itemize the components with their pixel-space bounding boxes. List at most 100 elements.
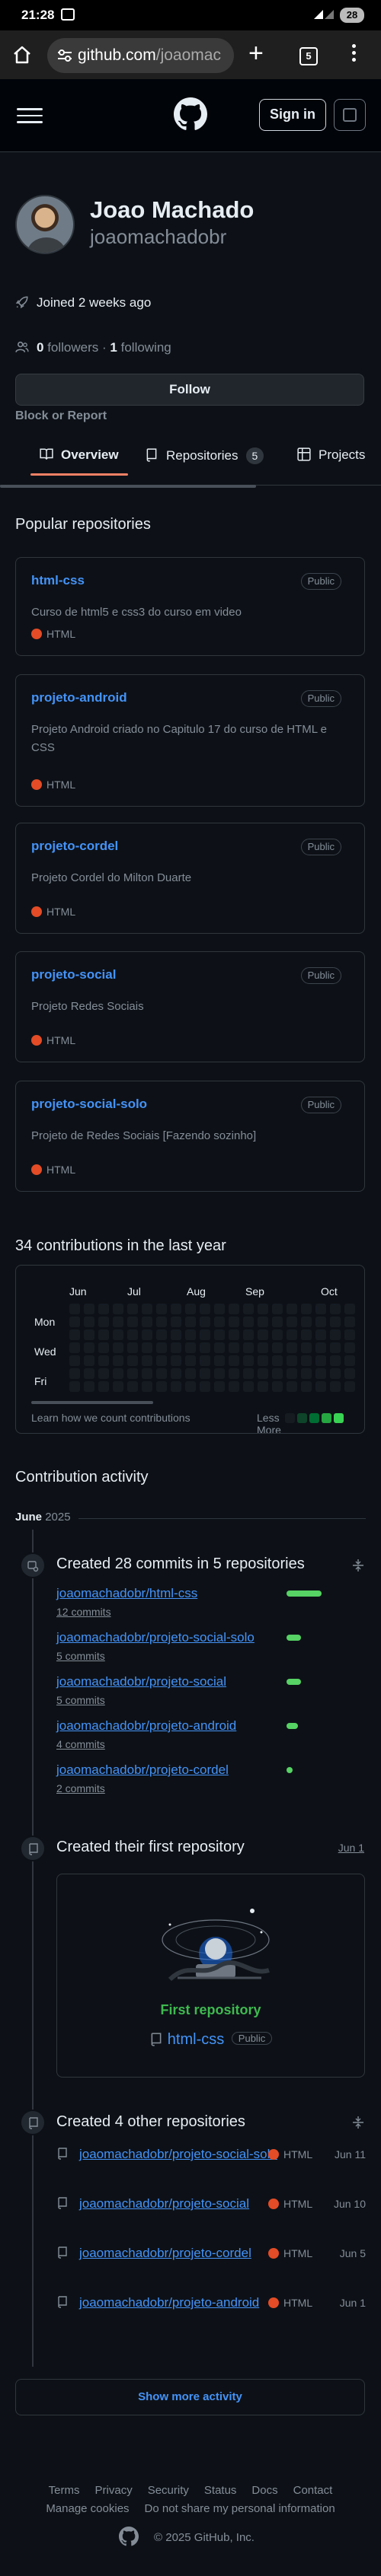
contribution-day-cell[interactable] — [344, 1304, 355, 1314]
address-bar[interactable]: github.com/joaomac — [47, 38, 234, 73]
github-logo-icon[interactable] — [174, 97, 207, 131]
contribution-day-cell[interactable] — [156, 1342, 167, 1353]
contribution-day-cell[interactable] — [258, 1342, 268, 1353]
contribution-day-cell[interactable] — [258, 1355, 268, 1366]
first-repo-link[interactable]: html-css Public — [57, 2031, 364, 2049]
contribution-day-cell[interactable] — [301, 1381, 312, 1392]
contribution-day-cell[interactable] — [258, 1317, 268, 1327]
hamburger-menu-icon[interactable] — [17, 108, 43, 128]
contribution-day-cell[interactable] — [142, 1381, 152, 1392]
sign-in-button[interactable]: Sign in — [259, 99, 326, 131]
contribution-day-cell[interactable] — [301, 1355, 312, 1366]
contribution-day-cell[interactable] — [272, 1329, 283, 1340]
contribution-day-cell[interactable] — [113, 1355, 123, 1366]
contribution-day-cell[interactable] — [69, 1317, 80, 1327]
contribution-day-cell[interactable] — [113, 1329, 123, 1340]
contribution-day-cell[interactable] — [84, 1342, 94, 1353]
commit-count-link[interactable]: 2 commits — [56, 1782, 105, 1794]
commit-count-link[interactable]: 4 commits — [56, 1738, 105, 1750]
contribution-day-cell[interactable] — [272, 1368, 283, 1379]
contribution-day-cell[interactable] — [113, 1381, 123, 1392]
repo-name-link[interactable]: projeto-cordel — [31, 839, 118, 854]
contribution-day-cell[interactable] — [301, 1368, 312, 1379]
contribution-day-cell[interactable] — [185, 1304, 196, 1314]
contribution-day-cell[interactable] — [330, 1342, 341, 1353]
other-repo-link[interactable]: joaomachadobr/projeto-android — [79, 2293, 293, 2313]
contribution-day-cell[interactable] — [287, 1355, 297, 1366]
contribution-day-cell[interactable] — [185, 1381, 196, 1392]
contribution-day-cell[interactable] — [229, 1304, 239, 1314]
contribution-day-cell[interactable] — [315, 1381, 326, 1392]
contribution-day-cell[interactable] — [287, 1329, 297, 1340]
contribution-day-cell[interactable] — [113, 1342, 123, 1353]
contribution-day-cell[interactable] — [171, 1304, 181, 1314]
contribution-day-cell[interactable] — [272, 1355, 283, 1366]
contribution-day-cell[interactable] — [98, 1368, 109, 1379]
contribution-day-cell[interactable] — [344, 1368, 355, 1379]
contribution-day-cell[interactable] — [142, 1329, 152, 1340]
repo-name-link[interactable]: projeto-social-solo — [31, 1097, 147, 1112]
contribution-day-cell[interactable] — [258, 1304, 268, 1314]
contribution-day-cell[interactable] — [127, 1317, 138, 1327]
contribution-day-cell[interactable] — [243, 1381, 254, 1392]
contribution-day-cell[interactable] — [142, 1317, 152, 1327]
other-repo-link[interactable]: joaomachadobr/projeto-cordel — [79, 2243, 293, 2263]
contribution-day-cell[interactable] — [200, 1304, 210, 1314]
contribution-day-cell[interactable] — [84, 1317, 94, 1327]
footer-link[interactable]: Contact — [293, 2484, 333, 2497]
contribution-day-cell[interactable] — [127, 1329, 138, 1340]
contribution-day-cell[interactable] — [229, 1317, 239, 1327]
contribution-day-cell[interactable] — [84, 1329, 94, 1340]
contribution-day-cell[interactable] — [214, 1329, 225, 1340]
contribution-day-cell[interactable] — [171, 1317, 181, 1327]
footer-link[interactable]: Privacy — [95, 2484, 133, 2497]
contribution-day-cell[interactable] — [200, 1317, 210, 1327]
contribution-day-cell[interactable] — [344, 1329, 355, 1340]
contribution-day-cell[interactable] — [315, 1355, 326, 1366]
contribution-day-cell[interactable] — [330, 1329, 341, 1340]
collapse-icon[interactable] — [352, 2116, 364, 2129]
following-count[interactable]: 1 — [110, 340, 117, 355]
contribution-day-cell[interactable] — [287, 1368, 297, 1379]
footer-link[interactable]: Status — [204, 2484, 237, 2497]
contribution-day-cell[interactable] — [214, 1381, 225, 1392]
contribution-day-cell[interactable] — [243, 1355, 254, 1366]
contribution-day-cell[interactable] — [69, 1381, 80, 1392]
contribution-day-cell[interactable] — [301, 1317, 312, 1327]
other-repo-link[interactable]: joaomachadobr/projeto-social-solo — [79, 2145, 293, 2164]
commit-repo-link[interactable]: joaomachadobr/projeto-social-solo — [56, 1630, 255, 1645]
contribution-day-cell[interactable] — [272, 1381, 283, 1392]
contribution-day-cell[interactable] — [156, 1355, 167, 1366]
contribution-day-cell[interactable] — [98, 1342, 109, 1353]
contribution-day-cell[interactable] — [301, 1329, 312, 1340]
contribution-day-cell[interactable] — [98, 1355, 109, 1366]
contribution-day-cell[interactable] — [243, 1317, 254, 1327]
contribution-day-cell[interactable] — [142, 1368, 152, 1379]
contribution-day-cell[interactable] — [315, 1317, 326, 1327]
commit-repo-link[interactable]: joaomachadobr/projeto-android — [56, 1718, 236, 1734]
first-repo-name[interactable]: html-css — [168, 2031, 224, 2048]
contribution-day-cell[interactable] — [214, 1368, 225, 1379]
contribution-day-cell[interactable] — [84, 1381, 94, 1392]
commit-count-link[interactable]: 5 commits — [56, 1650, 105, 1662]
footer-link[interactable]: Do not share my personal information — [145, 2502, 335, 2515]
contribution-day-cell[interactable] — [98, 1381, 109, 1392]
contribution-day-cell[interactable] — [156, 1317, 167, 1327]
command-palette-button[interactable] — [334, 99, 366, 131]
contribution-day-cell[interactable] — [185, 1329, 196, 1340]
contribution-day-cell[interactable] — [171, 1381, 181, 1392]
contribution-day-cell[interactable] — [315, 1329, 326, 1340]
graph-scrollbar[interactable] — [31, 1401, 153, 1404]
contribution-day-cell[interactable] — [113, 1304, 123, 1314]
contribution-day-cell[interactable] — [301, 1304, 312, 1314]
contribution-day-cell[interactable] — [287, 1317, 297, 1327]
contribution-day-cell[interactable] — [171, 1355, 181, 1366]
contribution-day-cell[interactable] — [315, 1368, 326, 1379]
contribution-day-cell[interactable] — [156, 1329, 167, 1340]
contribution-day-cell[interactable] — [142, 1355, 152, 1366]
repo-name-link[interactable]: projeto-android — [31, 690, 127, 705]
contribution-day-cell[interactable] — [330, 1317, 341, 1327]
tab-switcher-button[interactable]: 5 — [299, 47, 318, 65]
site-settings-icon[interactable] — [56, 49, 73, 62]
footer-link[interactable]: Security — [148, 2484, 189, 2497]
